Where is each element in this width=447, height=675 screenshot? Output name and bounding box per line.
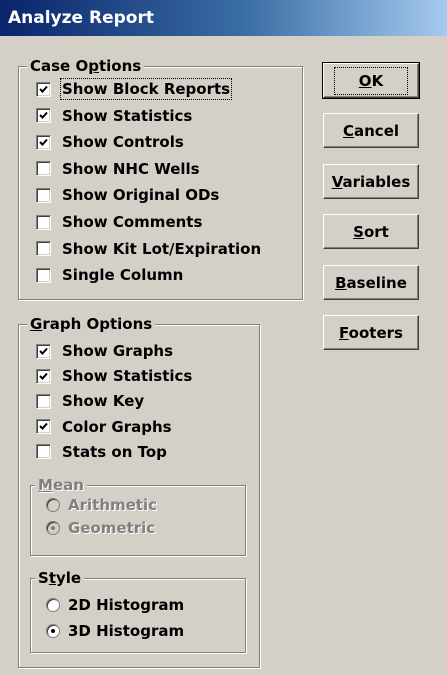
case-show-statistics-checkbox[interactable]: Show Statistics <box>36 105 192 127</box>
checkbox-label: Show Key <box>62 392 145 411</box>
radio-label: Arithmetic <box>68 496 158 514</box>
checkbox-unchecked-icon[interactable] <box>36 241 51 257</box>
checkbox-unchecked-icon[interactable] <box>36 214 51 230</box>
footers-button[interactable]: Footers <box>323 315 419 350</box>
mean-arithmetic-radio: Arithmetic <box>46 494 157 516</box>
graph-show-graphs-checkbox[interactable]: Show Graphs <box>36 340 173 362</box>
graph-show-statistics-checkbox[interactable]: Show Statistics <box>36 365 192 387</box>
radio-label: 2D Histogram <box>68 596 185 614</box>
checkbox-unchecked-icon[interactable] <box>36 267 51 283</box>
mean-geometric-radio: Geometric <box>46 517 155 539</box>
checkbox-label: Show Controls <box>62 133 184 152</box>
graph-show-key-checkbox[interactable]: Show Key <box>36 390 144 412</box>
case-options-legend: Case Options <box>27 56 145 76</box>
graph-stats-on-top-checkbox[interactable]: Stats on Top <box>36 441 167 463</box>
graph-color-graphs-checkbox[interactable]: Color Graphs <box>36 416 172 438</box>
title-bar: Analyze Report <box>0 0 447 36</box>
checkbox-label: Show Original ODs <box>62 186 220 205</box>
checkbox-label: Show Block Reports <box>59 78 233 100</box>
style-legend: Style <box>35 568 85 588</box>
case-show-kit-lot-expiration-checkbox[interactable]: Show Kit Lot/Expiration <box>36 238 261 260</box>
checkbox-checked-icon[interactable] <box>36 81 51 97</box>
checkbox-unchecked-icon[interactable] <box>36 393 51 409</box>
checkbox-checked-icon[interactable] <box>36 134 51 150</box>
checkbox-label: Show Kit Lot/Expiration <box>62 239 262 258</box>
case-show-comments-checkbox[interactable]: Show Comments <box>36 211 202 233</box>
checkbox-label: Show NHC Wells <box>62 159 200 178</box>
case-show-original-ods-checkbox[interactable]: Show Original ODs <box>36 184 219 206</box>
checkbox-label: Color Graphs <box>62 417 172 436</box>
checkbox-label: Show Statistics <box>62 367 193 386</box>
checkbox-unchecked-icon[interactable] <box>36 444 51 460</box>
variables-button[interactable]: Variables <box>323 164 419 199</box>
checkbox-label: Show Comments <box>62 213 203 231</box>
radio-unselected-icon[interactable] <box>46 598 60 612</box>
ok-button[interactable]: OK <box>322 62 420 99</box>
checkbox-label: Single Column <box>62 266 184 285</box>
checkbox-checked-icon[interactable] <box>36 368 51 384</box>
baseline-button[interactable]: Baseline <box>323 265 419 300</box>
radio-selected-icon[interactable] <box>46 624 60 638</box>
cancel-button[interactable]: Cancel <box>323 113 419 148</box>
style-2d-histogram-radio[interactable]: 2D Histogram <box>46 594 184 616</box>
checkbox-checked-icon[interactable] <box>36 108 51 124</box>
checkbox-checked-icon[interactable] <box>36 419 51 435</box>
radio-label: 3D Histogram <box>68 622 185 640</box>
checkbox-label: Stats on Top <box>62 442 167 461</box>
graph-options-legend: Graph Options <box>27 314 156 334</box>
style-3d-histogram-radio[interactable]: 3D Histogram <box>46 620 184 642</box>
checkbox-label: Show Statistics <box>62 106 193 125</box>
case-show-nhc-wells-checkbox[interactable]: Show NHC Wells <box>36 158 200 180</box>
radio-label: Geometric <box>68 519 156 537</box>
mean-legend: Mean <box>35 475 87 495</box>
radio-unselected-icon <box>46 498 60 512</box>
checkbox-unchecked-icon[interactable] <box>36 161 51 177</box>
case-show-controls-checkbox[interactable]: Show Controls <box>36 131 184 153</box>
checkbox-unchecked-icon[interactable] <box>36 187 51 203</box>
sort-button[interactable]: Sort <box>323 214 419 249</box>
case-show-block-reports-checkbox[interactable]: Show Block Reports <box>36 78 233 100</box>
window-title: Analyze Report <box>8 8 154 28</box>
case-single-column-checkbox[interactable]: Single Column <box>36 264 183 286</box>
checkbox-label: Show Graphs <box>62 342 174 360</box>
checkbox-checked-icon[interactable] <box>36 343 51 359</box>
radio-selected-icon <box>46 521 60 535</box>
